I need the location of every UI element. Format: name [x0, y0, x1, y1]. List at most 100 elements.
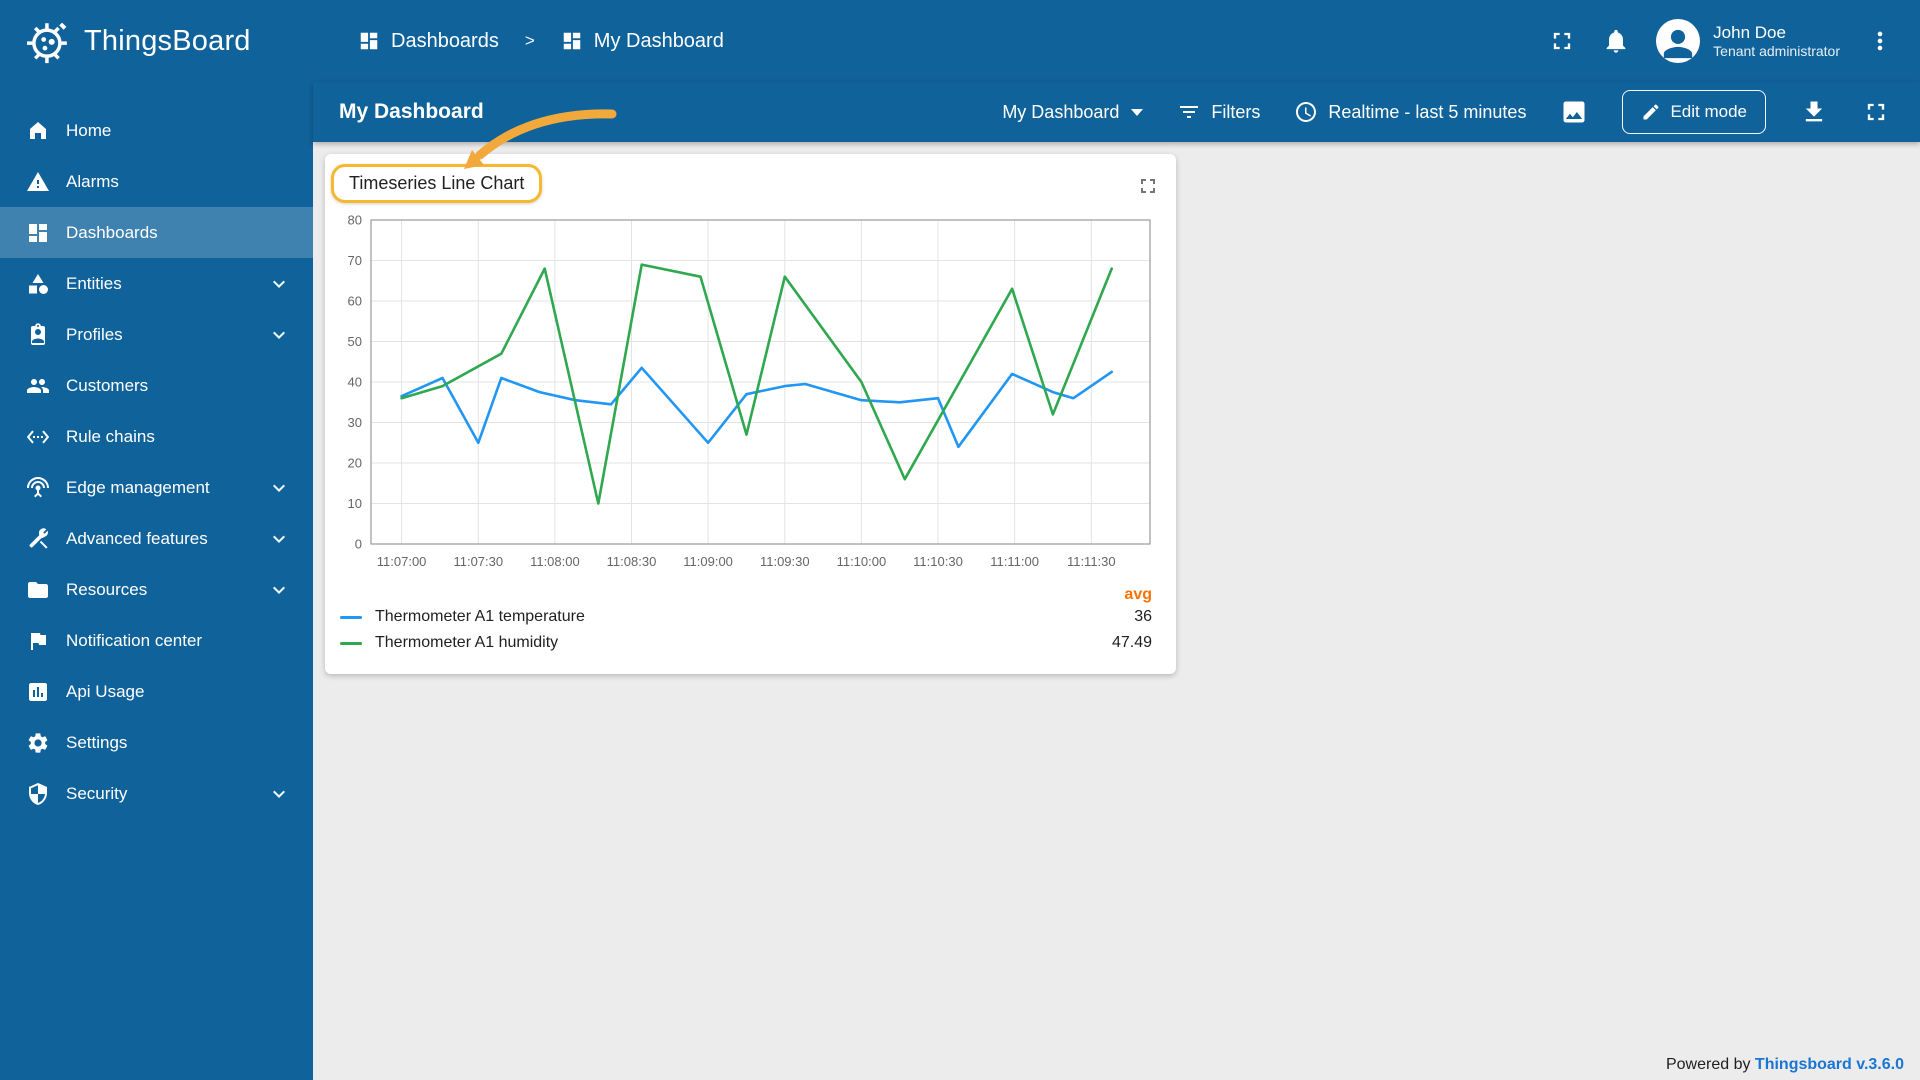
chevron-down-icon: [267, 578, 291, 602]
breadcrumb-label: Dashboards: [391, 29, 499, 52]
user-name: John Doe: [1713, 22, 1786, 42]
filters-label: Filters: [1211, 101, 1261, 122]
breadcrumb-item-dashboards[interactable]: Dashboards: [358, 30, 499, 53]
legend-series-name[interactable]: Thermometer A1 temperature: [375, 608, 585, 626]
sidebar-item-profiles[interactable]: Profiles: [0, 309, 313, 360]
entities-icon: [26, 272, 50, 296]
header-fullscreen-icon[interactable]: [1548, 27, 1576, 55]
widget-title: Timeseries Line Chart: [331, 164, 543, 203]
legend-swatch: [340, 641, 362, 645]
svg-text:11:07:30: 11:07:30: [453, 554, 503, 569]
sidebar-item-advanced-features[interactable]: Advanced features: [0, 513, 313, 564]
user-role: Tenant administrator: [1713, 42, 1840, 59]
download-icon[interactable]: [1800, 98, 1828, 126]
svg-text:40: 40: [348, 375, 362, 390]
timewindow-button[interactable]: Realtime - last 5 minutes: [1294, 100, 1526, 124]
settings-icon: [26, 731, 50, 755]
dashboard-state-select[interactable]: My Dashboard: [1002, 101, 1144, 123]
sidebar-item-rule-chains[interactable]: Rule chains: [0, 411, 313, 462]
toolbar-actions: My Dashboard Filters Realtime - last 5 m…: [1002, 90, 1890, 134]
notification-center-icon: [26, 629, 50, 653]
sidebar-item-home[interactable]: Home: [0, 105, 313, 156]
chevron-down-icon: [267, 476, 291, 500]
dashboard-image-icon[interactable]: [1560, 98, 1588, 126]
profiles-icon: [26, 322, 50, 347]
svg-text:11:09:00: 11:09:00: [683, 554, 733, 569]
home-icon: [26, 119, 50, 143]
clock-icon: [1294, 100, 1318, 124]
app-name: ThingsBoard: [84, 24, 251, 57]
svg-text:11:10:00: 11:10:00: [837, 554, 887, 569]
svg-text:11:09:30: 11:09:30: [760, 554, 810, 569]
edit-mode-label: Edit mode: [1670, 102, 1747, 121]
legend-avg-header: avg: [1124, 586, 1152, 603]
sidebar-item-label: Security: [66, 783, 128, 803]
timewindow-label: Realtime - last 5 minutes: [1328, 101, 1527, 122]
powered-by: Powered by Thingsboard v.3.6.0: [1666, 1056, 1904, 1074]
notifications-bell-icon[interactable]: [1602, 27, 1630, 55]
chevron-down-icon: [267, 527, 291, 551]
breadcrumb-item-my-dashboard[interactable]: My Dashboard: [561, 30, 724, 53]
legend-avg-value: 47.49: [1111, 634, 1152, 651]
pencil-icon: [1641, 102, 1661, 122]
sidebar-item-label: Advanced features: [66, 528, 208, 548]
top-header: Dashboards > My Dashboard John Doe Tenant …: [313, 0, 1920, 82]
legend-item-thermometer-a1-humidity: Thermometer A1 humidity 47.49: [325, 630, 1176, 656]
user-menu[interactable]: John Doe Tenant administrator: [1656, 19, 1840, 63]
sidebar-item-alarms[interactable]: Alarms: [0, 156, 313, 207]
filter-icon: [1177, 100, 1201, 124]
sidebar-nav: Home Alarms Dashboards Entities Profiles Cust…: [0, 82, 313, 819]
chevron-down-icon: [267, 323, 291, 347]
avatar: [1656, 19, 1701, 63]
svg-text:60: 60: [348, 294, 362, 309]
sidebar-item-label: Profiles: [66, 324, 123, 344]
sidebar-item-label: Notification center: [66, 630, 203, 650]
widget-fullscreen-icon[interactable]: [1136, 174, 1160, 198]
thingsboard-version-link[interactable]: Thingsboard v.3.6.0: [1755, 1056, 1904, 1073]
legend-swatch: [340, 615, 362, 619]
sidebar-item-dashboards[interactable]: Dashboards: [0, 207, 313, 258]
legend-item-thermometer-a1-temperature: Thermometer A1 temperature 36: [325, 604, 1176, 630]
dashboard-page-title: My Dashboard: [339, 100, 484, 123]
timeseries-widget: Timeseries Line Chart 11:07:00 11:07:30 11…: [325, 154, 1176, 674]
svg-text:11:08:30: 11:08:30: [607, 554, 657, 569]
caret-down-icon: [1131, 108, 1144, 116]
legend-avg-value: 36: [1134, 608, 1152, 625]
app-logo[interactable]: ThingsBoard: [0, 0, 313, 82]
sidebar-item-edge-management[interactable]: Edge management: [0, 462, 313, 513]
edit-mode-button[interactable]: Edit mode: [1622, 90, 1766, 134]
svg-text:11:08:00: 11:08:00: [530, 554, 580, 569]
sidebar-item-api-usage[interactable]: Api Usage: [0, 666, 313, 717]
sidebar-item-notification-center[interactable]: Notification center: [0, 615, 313, 666]
filters-button[interactable]: Filters: [1177, 100, 1260, 124]
svg-text:11:10:30: 11:10:30: [913, 554, 963, 569]
breadcrumb-label: My Dashboard: [593, 29, 724, 52]
svg-text:0: 0: [355, 537, 362, 552]
breadcrumb: Dashboards > My Dashboard: [358, 30, 724, 53]
sidebar-item-customers[interactable]: Customers: [0, 360, 313, 411]
user-text: John Doe Tenant administrator: [1713, 22, 1840, 61]
toolbar-fullscreen-icon[interactable]: [1862, 98, 1890, 126]
sidebar-item-entities[interactable]: Entities: [0, 258, 313, 309]
sidebar-item-resources[interactable]: Resources: [0, 564, 313, 615]
sidebar-item-label: Dashboards: [66, 222, 158, 242]
security-icon: [26, 782, 50, 806]
svg-text:11:11:30: 11:11:30: [1067, 554, 1116, 569]
edge-management-icon: [26, 476, 50, 500]
more-vert-icon[interactable]: [1866, 27, 1894, 55]
powered-by-text: Powered by: [1665, 1056, 1751, 1073]
svg-text:11:11:00: 11:11:00: [990, 554, 1039, 569]
dashboard-canvas: Timeseries Line Chart 11:07:00 11:07:30 11…: [313, 142, 1920, 1080]
sidebar-item-label: Api Usage: [66, 681, 145, 701]
svg-text:11:07:00: 11:07:00: [377, 554, 427, 569]
sidebar-item-security[interactable]: Security: [0, 768, 313, 819]
svg-text:80: 80: [348, 213, 362, 228]
sidebar-item-settings[interactable]: Settings: [0, 717, 313, 768]
customers-icon: [26, 374, 50, 398]
dashboards-icon: [358, 30, 380, 52]
state-select-label: My Dashboard: [1002, 101, 1120, 122]
legend-series-name[interactable]: Thermometer A1 humidity: [375, 634, 558, 652]
legend: avg Thermometer A1 temperature 36 Thermome…: [325, 586, 1176, 656]
app-root: ThingsBoard Home Alarms Dashboards Entities…: [0, 0, 1920, 1080]
warning-icon: [26, 170, 50, 194]
